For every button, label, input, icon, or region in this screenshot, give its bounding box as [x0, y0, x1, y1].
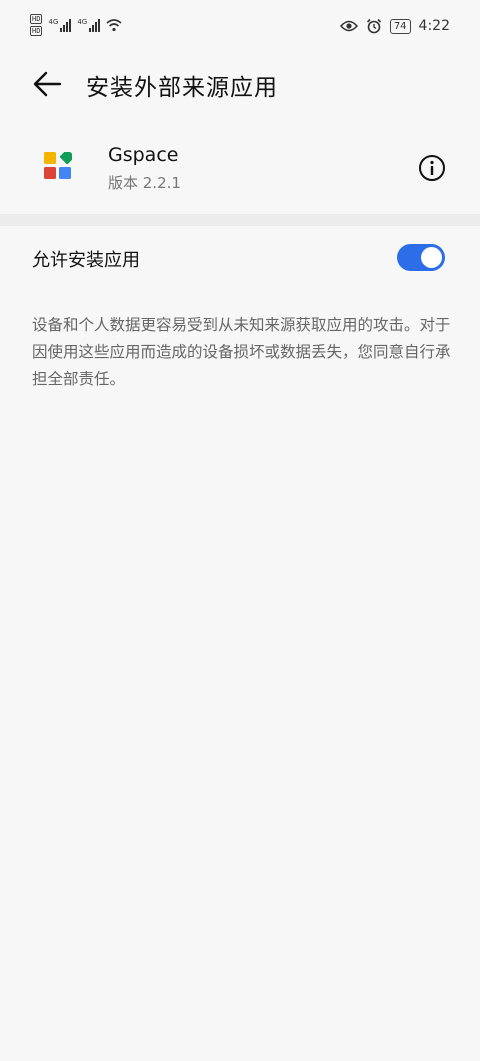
status-bar: HD HD 4G 4G 74 4:22 [0, 0, 480, 56]
allow-install-toggle[interactable] [397, 244, 445, 271]
info-icon [419, 155, 445, 181]
network-type: 4G [48, 18, 59, 26]
section-divider [0, 214, 480, 226]
signal-icon: 4G [77, 18, 101, 32]
wifi-icon [106, 19, 122, 32]
app-name: Gspace [108, 144, 179, 166]
eye-icon [339, 20, 358, 32]
page-title: 安装外部来源应用 [86, 75, 278, 101]
security-warning-text: 设备和个人数据更容易受到从未知来源获取应用的攻击。对于因使用这些应用而造成的设备… [32, 316, 451, 388]
app-version: 版本 2.2.1 [108, 174, 181, 192]
status-bar-left: HD HD 4G 4G [30, 14, 122, 36]
hd-badge: HD [30, 26, 43, 36]
clock: 4:22 [418, 18, 450, 34]
header: 安装外部来源应用 [0, 56, 480, 116]
app-info-row: Gspace 版本 2.2.1 [0, 128, 480, 212]
arrow-left-icon [33, 71, 62, 97]
hd-badge: HD [30, 14, 43, 24]
app-info-button[interactable] [418, 154, 446, 182]
network-type: 4G [77, 18, 88, 26]
toggle-knob [421, 247, 442, 268]
hd-badges: HD HD [30, 14, 43, 36]
battery-indicator: 74 [389, 18, 411, 34]
gspace-app-icon [44, 152, 72, 179]
alarm-icon [366, 18, 381, 34]
status-bar-right: 74 4:22 [339, 18, 450, 34]
signal-icon: 4G [48, 18, 72, 32]
back-button[interactable] [30, 66, 66, 102]
allow-install-label: 允许安装应用 [32, 250, 140, 271]
allow-install-row[interactable]: 允许安装应用 [0, 228, 480, 288]
